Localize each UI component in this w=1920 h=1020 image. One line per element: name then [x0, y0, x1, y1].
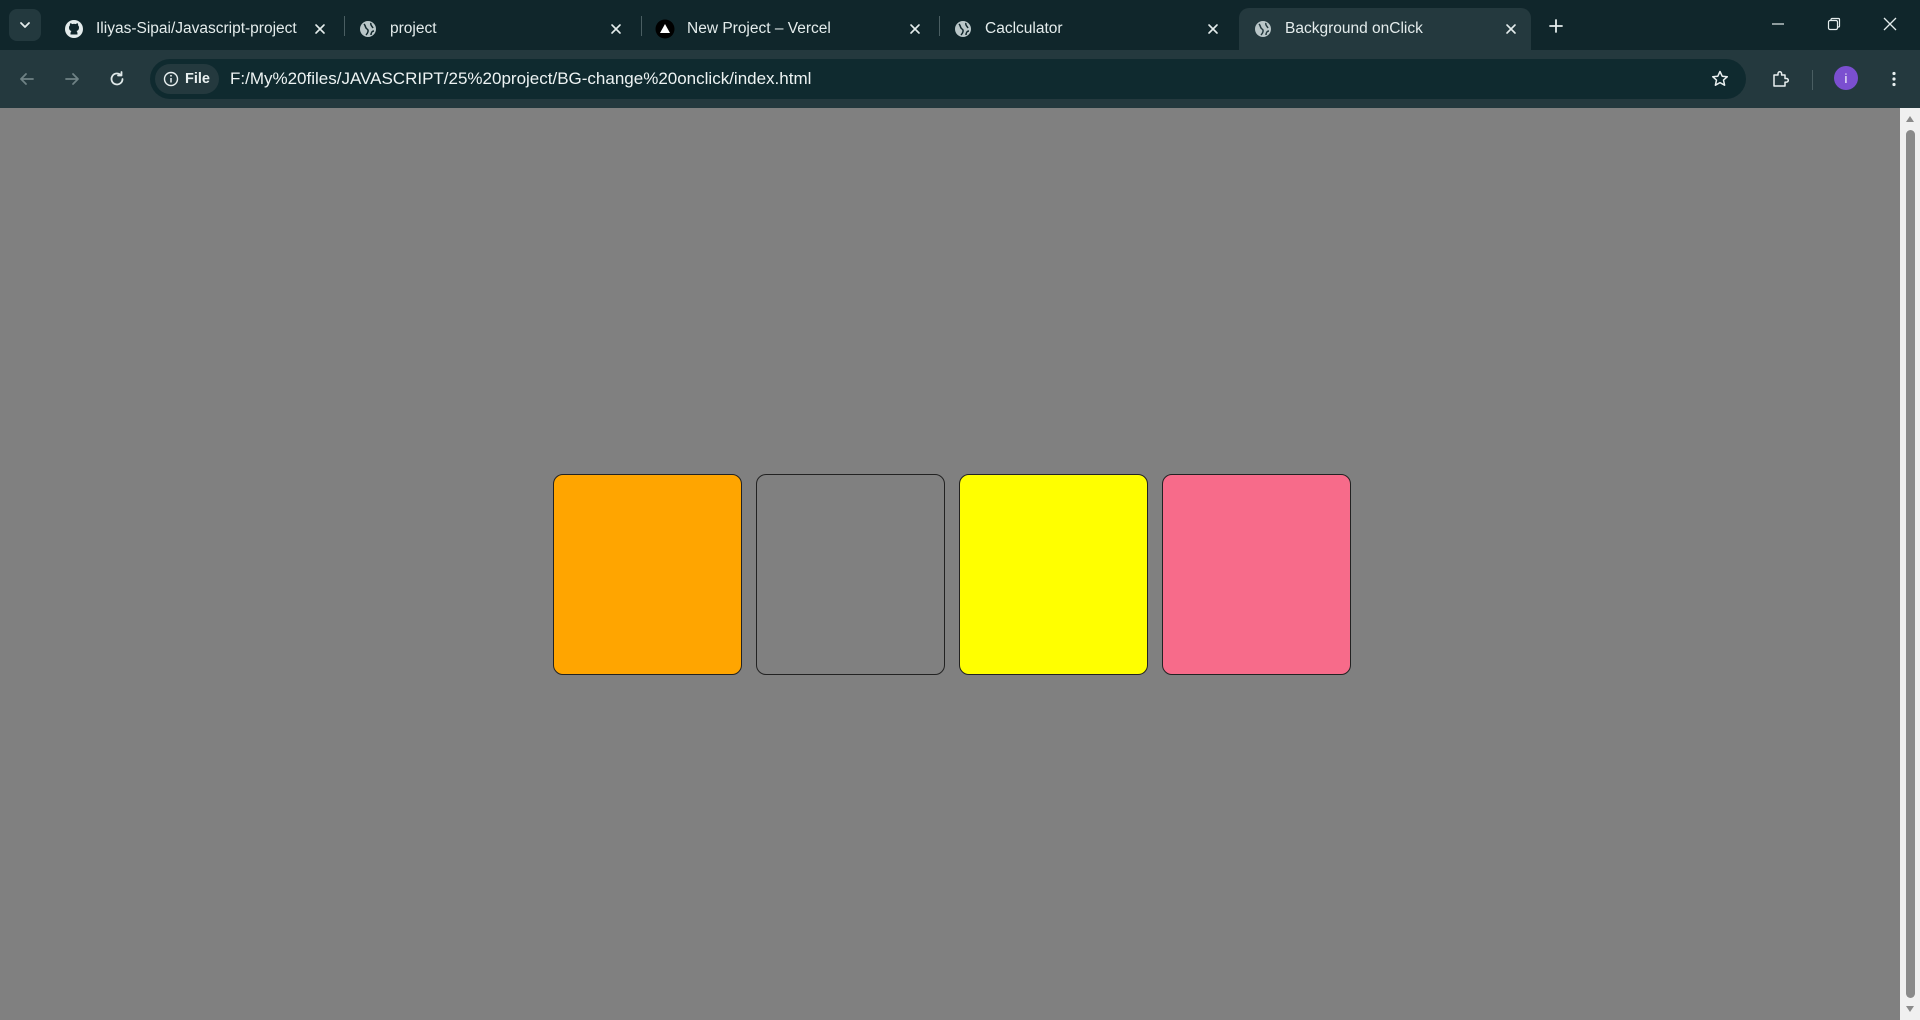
address-bar[interactable]: File F:/My%20files/JAVASCRIPT/25%20proje…: [150, 59, 1746, 99]
restore-icon: [1827, 17, 1841, 31]
forward-button[interactable]: [54, 61, 90, 97]
globe-icon: [358, 19, 378, 39]
globe-icon: [1253, 19, 1273, 39]
globe-icon: [953, 19, 973, 39]
orange-box[interactable]: [553, 474, 742, 675]
tab-strip: Iliyas-Sipai/Javascript-project project …: [0, 0, 1920, 50]
menu-button[interactable]: [1876, 61, 1912, 97]
tab-vercel[interactable]: New Project – Vercel: [641, 8, 935, 50]
restore-button[interactable]: [1806, 0, 1862, 48]
tab-background-onclick[interactable]: Background onClick: [1239, 8, 1531, 50]
vercel-icon: [655, 19, 675, 39]
color-box-row: [553, 474, 1351, 675]
tab-title: New Project – Vercel: [687, 20, 831, 37]
scroll-up-arrow-icon[interactable]: [1900, 110, 1920, 128]
close-icon: [1883, 17, 1897, 31]
arrow-left-icon: [20, 73, 34, 85]
arrow-right-icon: [65, 73, 79, 85]
page-viewport: [0, 108, 1900, 1020]
vertical-scrollbar[interactable]: [1900, 108, 1920, 1020]
tab-search-button[interactable]: [9, 9, 41, 41]
toolbar-separator: [1812, 70, 1813, 90]
yellow-box[interactable]: [959, 474, 1148, 675]
tab-github[interactable]: Iliyas-Sipai/Javascript-project: [50, 8, 340, 50]
browser-toolbar: File F:/My%20files/JAVASCRIPT/25%20proje…: [0, 50, 1920, 108]
profile-avatar[interactable]: i: [1834, 66, 1858, 90]
pink-box[interactable]: [1162, 474, 1351, 675]
scroll-down-arrow-icon[interactable]: [1900, 1000, 1920, 1018]
more-vertical-icon: [1892, 71, 1896, 87]
extensions-button[interactable]: [1763, 61, 1799, 97]
back-button[interactable]: [9, 61, 45, 97]
minimize-icon: [1772, 23, 1784, 25]
close-icon[interactable]: [308, 17, 332, 41]
url-text[interactable]: F:/My%20files/JAVASCRIPT/25%20project/BG…: [230, 59, 811, 99]
reload-button[interactable]: [99, 61, 135, 97]
info-icon: [163, 71, 179, 87]
tab-title: Caclculator: [985, 20, 1063, 37]
tab-title: Background onClick: [1285, 20, 1423, 37]
reload-icon: [110, 71, 124, 86]
new-tab-button[interactable]: [1540, 10, 1572, 42]
github-icon: [64, 19, 84, 39]
site-info-chip[interactable]: File: [155, 64, 219, 94]
close-icon[interactable]: [1201, 17, 1225, 41]
close-icon[interactable]: [903, 17, 927, 41]
chevron-down-icon: [20, 22, 30, 28]
grey-box[interactable]: [756, 474, 945, 675]
scrollbar-thumb[interactable]: [1906, 130, 1915, 998]
tab-project[interactable]: project: [344, 8, 636, 50]
close-icon[interactable]: [1499, 17, 1523, 41]
puzzle-icon: [1773, 70, 1790, 87]
site-chip-label: File: [185, 71, 210, 87]
bookmark-star-icon[interactable]: [1708, 67, 1732, 91]
tab-calculator[interactable]: Caclculator: [939, 8, 1233, 50]
window-close-button[interactable]: [1862, 0, 1918, 48]
tab-title: Iliyas-Sipai/Javascript-project: [96, 20, 297, 37]
close-icon[interactable]: [604, 17, 628, 41]
minimize-button[interactable]: [1750, 0, 1806, 48]
plus-icon: [1549, 19, 1563, 33]
tab-title: project: [390, 20, 437, 37]
